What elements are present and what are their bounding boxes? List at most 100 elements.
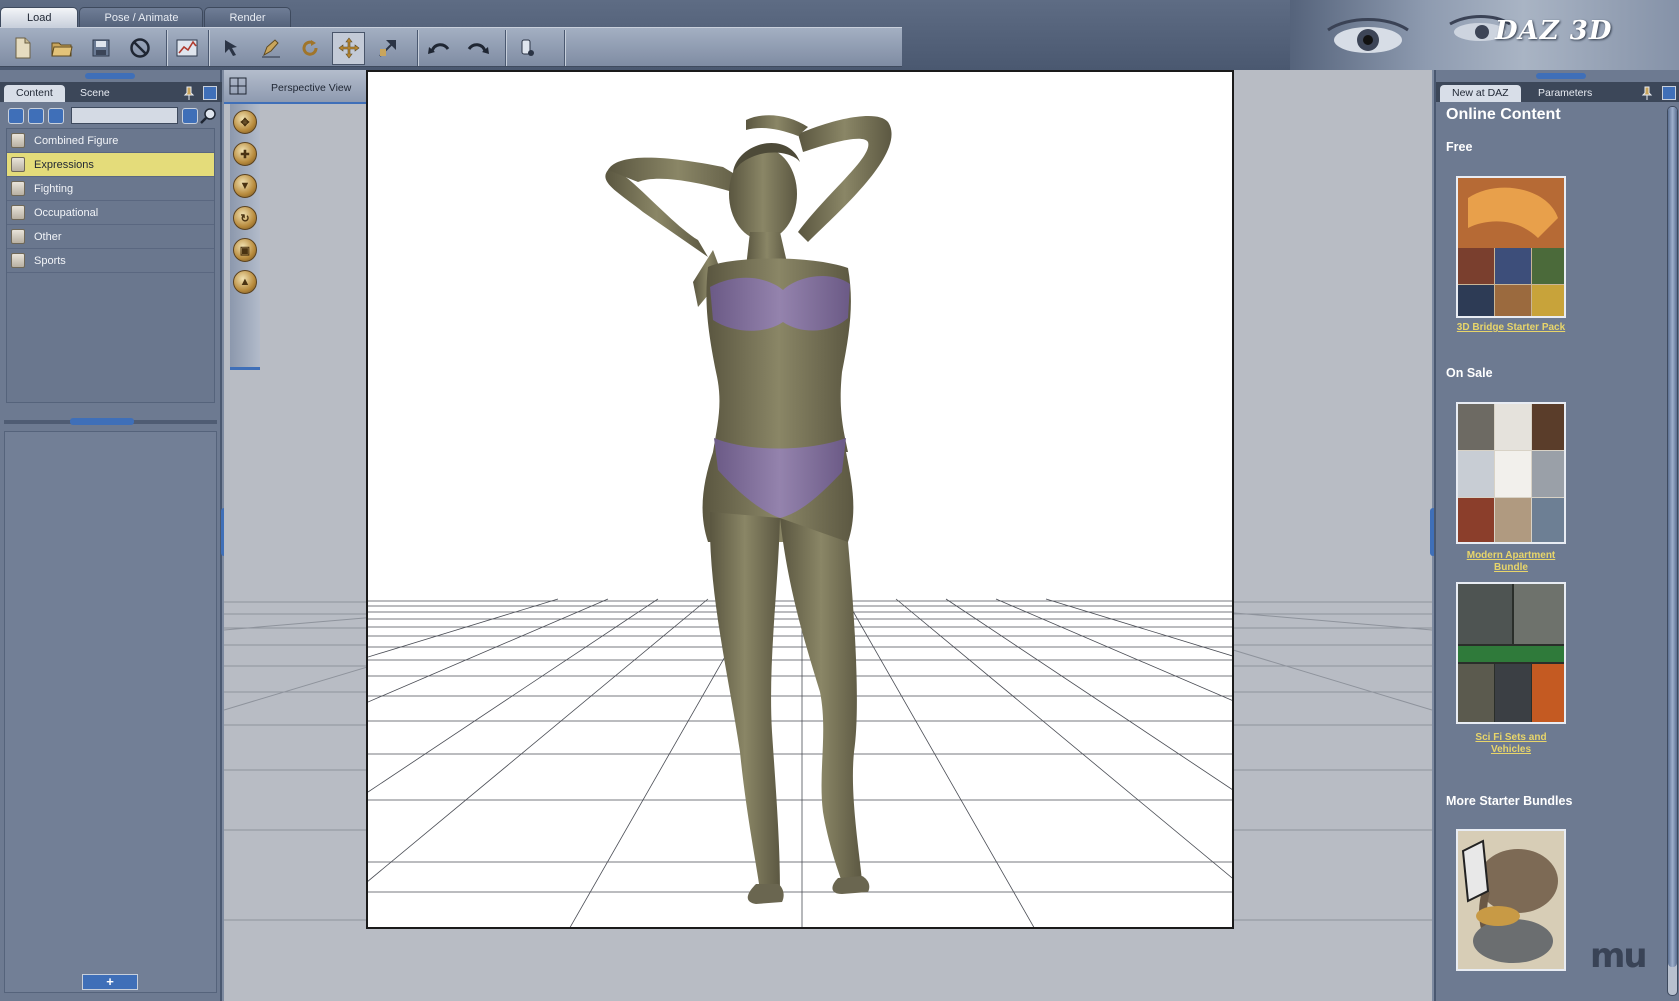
select-arrow-icon[interactable] xyxy=(215,32,248,65)
online-content: Online Content Free 3D Bridge Starter Pa… xyxy=(1444,104,1664,999)
content-panel: Content Scene Combined Figure Expression… xyxy=(0,70,222,1001)
main-toolbar xyxy=(0,27,902,67)
main-tabs: Load Pose / Animate Render xyxy=(0,7,291,27)
toolbar-separator xyxy=(505,30,506,66)
scrollbar-thumb[interactable] xyxy=(1668,107,1677,967)
document-icon xyxy=(11,253,25,268)
open-folder-icon[interactable] xyxy=(45,32,78,65)
product-thumbnail[interactable] xyxy=(1456,176,1566,318)
tab-scene[interactable]: Scene xyxy=(68,85,122,102)
toolbar-separator xyxy=(564,30,565,66)
category-label: Occupational xyxy=(34,206,99,219)
toolbar-separator xyxy=(208,30,209,66)
file-tools xyxy=(6,30,156,66)
content-navigation xyxy=(6,106,216,126)
content-items-area xyxy=(4,431,217,993)
daz-3d-logo[interactable]: DAZ 3D xyxy=(1495,16,1612,46)
list-item[interactable]: Sports xyxy=(7,249,214,273)
tab-load[interactable]: Load xyxy=(0,7,79,27)
product-thumbnail[interactable] xyxy=(1456,829,1566,971)
panel-menu-icon[interactable] xyxy=(203,86,217,100)
bone-tool-group xyxy=(510,30,543,66)
forward-arrow-icon[interactable] xyxy=(28,108,44,124)
up-icon[interactable]: ▲ xyxy=(233,270,257,294)
section-on-sale-title: On Sale xyxy=(1446,366,1493,380)
transform-tools xyxy=(215,30,404,66)
redo-arc-icon[interactable] xyxy=(460,32,493,65)
tab-render[interactable]: Render xyxy=(204,7,291,27)
new-at-daz-panel: New at DAZ Parameters Online Content Fre… xyxy=(1434,70,1679,1001)
section-more-starter-bundles-title: More Starter Bundles xyxy=(1446,794,1573,808)
watermark-logo: mu xyxy=(1590,936,1648,976)
panel-collapse-handle[interactable] xyxy=(1536,73,1586,79)
undo-redo-tools xyxy=(423,30,493,66)
right-tab-bar: New at DAZ Parameters xyxy=(1436,82,1679,102)
banner-eyes-image xyxy=(1327,15,1510,53)
list-item[interactable]: Occupational xyxy=(7,201,214,225)
scale-icon[interactable] xyxy=(371,32,404,65)
online-content-heading: Online Content xyxy=(1446,106,1561,123)
rotate-camera-icon[interactable]: ↻ xyxy=(233,206,257,230)
pin-icon[interactable] xyxy=(1640,86,1654,100)
pan-icon[interactable]: ✚ xyxy=(233,142,257,166)
top-bar: Load Pose / Animate Render DAZ 3D xyxy=(0,0,1679,70)
left-tab-bar: Content Scene xyxy=(0,82,222,102)
path-dropdown-icon[interactable] xyxy=(182,108,198,124)
up-folder-icon[interactable] xyxy=(48,108,64,124)
save-disk-icon[interactable] xyxy=(84,32,117,65)
vertical-scrollbar[interactable] xyxy=(1667,106,1678,996)
product-thumbnail[interactable] xyxy=(1456,582,1566,724)
product-link[interactable]: 3D Bridge Starter Pack xyxy=(1456,322,1566,334)
product-link[interactable]: Sci Fi Sets and Vehicles xyxy=(1456,732,1566,756)
document-icon xyxy=(11,181,25,196)
brand-banner: DAZ 3D xyxy=(1290,0,1679,70)
render-frame[interactable] xyxy=(366,70,1234,929)
product-thumbnail[interactable] xyxy=(1456,402,1566,544)
panel-menu-icon[interactable] xyxy=(1662,86,1676,100)
category-label: Expressions xyxy=(34,158,94,171)
tab-pose-animate[interactable]: Pose / Animate xyxy=(79,7,204,27)
splitter-handle[interactable] xyxy=(70,418,134,425)
category-list: Combined Figure Expressions Fighting Occ… xyxy=(6,128,215,403)
bone-tool-icon[interactable] xyxy=(510,32,543,65)
stop-icon[interactable] xyxy=(123,32,156,65)
tab-new-at-daz[interactable]: New at DAZ xyxy=(1440,85,1521,102)
path-field[interactable] xyxy=(71,107,178,124)
frame-icon[interactable]: ▣ xyxy=(233,238,257,262)
chart-icon[interactable] xyxy=(170,32,203,65)
add-button[interactable]: + xyxy=(82,974,138,990)
product-link[interactable]: Modern Apartment Bundle xyxy=(1456,550,1566,574)
new-file-icon[interactable] xyxy=(6,32,39,65)
viewport-camera-label[interactable]: Perspective View xyxy=(271,82,351,94)
viewport-layout-icon[interactable] xyxy=(228,76,248,96)
pen-icon[interactable] xyxy=(254,32,287,65)
viewport: Perspective View » » ✥ ✚ ▼ ↻ ▣ ▲ xyxy=(224,70,1432,1001)
toolbar-separator xyxy=(166,30,167,66)
category-label: Combined Figure xyxy=(34,134,119,147)
list-item[interactable]: Other xyxy=(7,225,214,249)
document-icon xyxy=(11,157,25,172)
list-item[interactable]: Fighting xyxy=(7,177,214,201)
orbit-icon[interactable]: ✥ xyxy=(233,110,257,134)
tab-parameters[interactable]: Parameters xyxy=(1526,85,1604,102)
search-icon[interactable] xyxy=(200,107,218,125)
camera-tools: ✥ ✚ ▼ ↻ ▣ ▲ xyxy=(230,104,260,370)
list-item[interactable]: Expressions xyxy=(7,153,214,177)
back-arrow-icon[interactable] xyxy=(8,108,24,124)
pin-icon[interactable] xyxy=(182,86,196,100)
move-cross-icon[interactable] xyxy=(332,31,365,65)
panel-collapse-handle[interactable] xyxy=(85,73,135,79)
chart-tool-group xyxy=(170,30,203,66)
document-icon xyxy=(11,229,25,244)
rotate-icon[interactable] xyxy=(293,32,326,65)
dolly-icon[interactable]: ▼ xyxy=(233,174,257,198)
figure-model[interactable] xyxy=(368,72,1234,929)
category-label: Sports xyxy=(34,254,66,267)
section-free-title: Free xyxy=(1446,140,1473,154)
list-item[interactable]: Combined Figure xyxy=(7,129,214,153)
tab-content[interactable]: Content xyxy=(4,85,65,102)
daz-studio-window: Load Pose / Animate Render DAZ 3D Conten… xyxy=(0,0,1679,1001)
category-label: Other xyxy=(34,230,62,243)
toolbar-separator xyxy=(417,30,418,66)
undo-arc-icon[interactable] xyxy=(423,32,456,65)
